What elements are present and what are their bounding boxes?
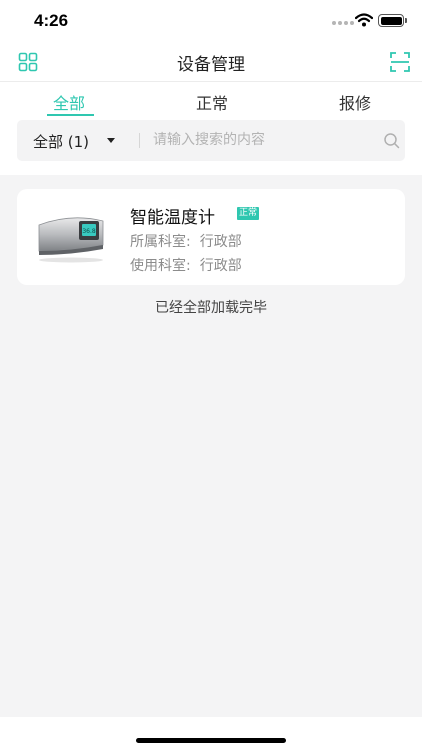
search-input[interactable] — [153, 128, 363, 152]
tab-normal[interactable]: 正常 — [196, 90, 228, 114]
dept-label: 所属科室: — [130, 234, 191, 250]
dept-value: 行政部 — [199, 234, 242, 250]
cellular-signal-icon — [332, 21, 354, 25]
wifi-icon — [355, 13, 373, 27]
filter-dropdown[interactable]: 全部 (1) — [33, 131, 89, 152]
device-name: 智能温度计 — [130, 208, 215, 228]
use-dept-label: 使用科室: — [130, 258, 191, 274]
device-card[interactable]: 36.8 智能温度计 正常 所属科室: 行政部 使用科室: 行政部 — [17, 189, 405, 285]
nav-bar: 设备管理 — [0, 44, 422, 82]
thermometer-device-image: 36.8 — [38, 217, 104, 263]
home-indicator — [136, 738, 286, 743]
load-complete-text: 已经全部加载完毕 — [155, 300, 267, 316]
tab-bar: 全部 正常 报修 — [0, 88, 422, 116]
scan-icon[interactable] — [389, 51, 411, 73]
bottom-safe-area — [0, 717, 422, 750]
active-tab-indicator — [47, 114, 94, 116]
page-title: 设备管理 — [177, 55, 245, 75]
search-bar: 全部 (1) — [17, 120, 405, 161]
search-divider — [139, 133, 140, 148]
status-badge: 正常 — [237, 207, 260, 220]
tab-all[interactable]: 全部 — [53, 90, 85, 114]
dropdown-caret-icon[interactable] — [107, 138, 115, 143]
use-dept-value: 行政部 — [199, 258, 242, 274]
status-time: 4:26 — [34, 11, 69, 30]
status-bar: 4:26 — [0, 0, 422, 44]
header-area: 4:26 设备管理 全部 正常 报修 全部 (1) — [0, 0, 422, 175]
search-icon[interactable] — [383, 132, 401, 150]
use-dept-row: 使用科室: 行政部 — [130, 255, 242, 275]
dept-row: 所属科室: 行政部 — [130, 231, 242, 251]
tab-repair[interactable]: 报修 — [339, 90, 371, 114]
battery-icon — [378, 14, 407, 27]
svg-text:36.8: 36.8 — [82, 228, 96, 235]
